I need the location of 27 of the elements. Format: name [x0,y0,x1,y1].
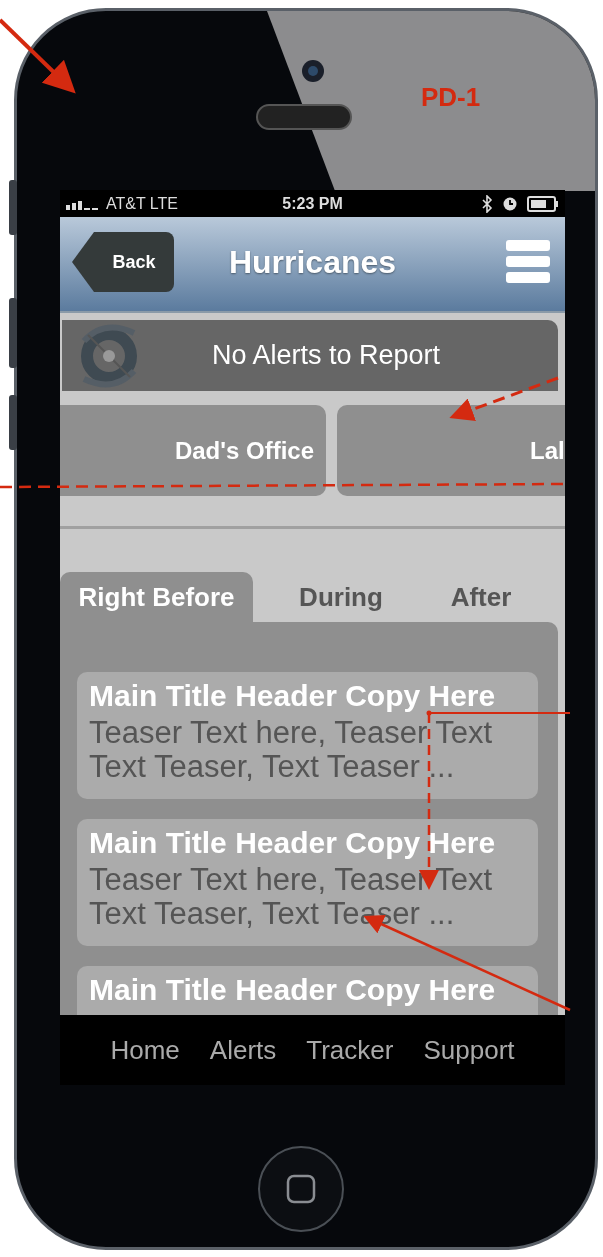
article-card[interactable]: Main Title Header Copy Here [77,966,538,1015]
location-card[interactable]: Lal [337,405,565,496]
carrier-label: AT&T LTE [106,194,178,213]
tab-bar-item[interactable]: Home [95,1034,195,1066]
tab-bar-item[interactable]: Support [408,1034,530,1066]
clock-icon [503,196,517,211]
location-card[interactable]: Dad's Office [60,405,326,496]
article-title: Main Title Header Copy Here [89,976,497,1004]
article-card[interactable]: Main Title Header Copy Here Teaser Text here, Teaser Text Text Teaser, Text Teaser ... [77,672,538,799]
alert-message: No Alerts to Report [210,340,442,371]
tab[interactable]: After [429,572,533,622]
battery-icon [527,195,559,212]
menu-icon[interactable] [505,239,553,285]
tab-bar-item[interactable]: Tracker [291,1034,409,1066]
article-teaser: Teaser Text here, Teaser Text Text Teaser, Text Teaser ... [89,716,494,784]
bluetooth-icon [481,194,493,213]
tab[interactable]: Right Before [60,572,253,622]
annotation-label: PD-1 [421,82,481,113]
back-button[interactable]: Back [72,232,174,292]
clock-time: 5:23 PM [282,194,343,212]
tab[interactable]: During [253,572,429,622]
camera-icon [300,58,326,84]
tab-bar-item[interactable]: Alerts [194,1034,292,1066]
article-title: Main Title Header Copy Here [89,682,497,710]
article-title: Main Title Header Copy Here [89,829,497,857]
screen-title: Hurricanes [228,243,397,280]
home-button[interactable] [257,1145,345,1233]
